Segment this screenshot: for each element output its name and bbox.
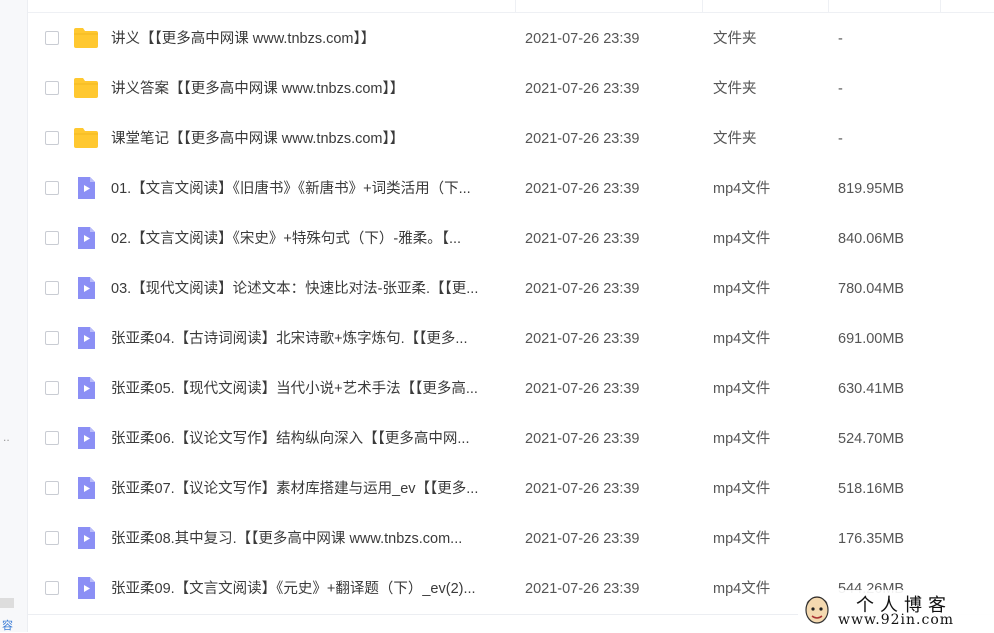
file-row[interactable]: 张亚柔06.【议论文写作】结构纵向深入【【更多高中网... 2021-07-26 … [28, 413, 994, 463]
file-name[interactable]: 讲义【【更多高中网课 www.tnbzs.com】】 [111, 29, 506, 49]
row-checkbox[interactable] [45, 431, 59, 445]
video-icon[interactable] [73, 576, 99, 600]
file-row[interactable]: 02.【文言文阅读】《宋史》+特殊句式（下）-雅柔。【... 2021-07-26… [28, 213, 994, 263]
file-name[interactable]: 张亚柔07.【议论文写作】素材库搭建与运用_ev【【更多... [111, 479, 506, 499]
file-name[interactable]: 课堂笔记【【更多高中网课 www.tnbzs.com】】 [111, 129, 506, 149]
video-icon[interactable] [73, 476, 99, 500]
video-icon[interactable] [73, 376, 99, 400]
sidebar-bottom-link[interactable]: 容 [2, 617, 13, 633]
file-list-header [28, 0, 994, 13]
file-type: mp4文件 [713, 481, 771, 497]
modified-time: 2021-07-26 23:39 [525, 531, 640, 547]
modified-time: 2021-07-26 23:39 [525, 181, 640, 197]
file-row[interactable]: 张亚柔05.【现代文阅读】当代小说+艺术手法【【更多高... 2021-07-26… [28, 363, 994, 413]
modified-time: 2021-07-26 23:39 [525, 131, 640, 147]
row-checkbox[interactable] [45, 481, 59, 495]
header-divider[interactable] [702, 0, 703, 12]
file-type: 文件夹 [713, 131, 757, 147]
file-name[interactable]: 张亚柔09.【文言文阅读】《元史》+翻译题（下）_ev(2)... [111, 579, 506, 599]
row-checkbox[interactable] [45, 181, 59, 195]
row-checkbox[interactable] [45, 281, 59, 295]
sidebar-ellipsis[interactable]: .. [3, 430, 10, 444]
video-icon[interactable] [73, 226, 99, 250]
file-row[interactable]: 01.【文言文阅读】《旧唐书》《新唐书》+词类活用（下... 2021-07-26… [28, 163, 994, 213]
watermark-url: www.92in.com [838, 612, 955, 628]
file-type: mp4文件 [713, 331, 771, 347]
file-name[interactable]: 张亚柔08.其中复习.【【更多高中网课 www.tnbzs.com... [111, 529, 506, 549]
modified-time: 2021-07-26 23:39 [525, 331, 640, 347]
file-name[interactable]: 讲义答案【【更多高中网课 www.tnbzs.com】】 [111, 79, 506, 99]
video-icon[interactable] [73, 526, 99, 550]
file-type: mp4文件 [713, 381, 771, 397]
header-divider[interactable] [828, 0, 829, 12]
file-name[interactable]: 张亚柔05.【现代文阅读】当代小说+艺术手法【【更多高... [111, 379, 506, 399]
cartoon-face-icon [805, 596, 829, 624]
file-size: 176.35MB [838, 531, 905, 547]
row-checkbox[interactable] [45, 31, 59, 45]
row-checkbox[interactable] [45, 581, 59, 595]
row-checkbox[interactable] [45, 331, 59, 345]
video-icon[interactable] [73, 326, 99, 350]
file-type: mp4文件 [713, 181, 771, 197]
file-size: - [838, 81, 843, 97]
modified-time: 2021-07-26 23:39 [525, 581, 640, 597]
file-type: mp4文件 [713, 431, 771, 447]
file-size: - [838, 131, 843, 147]
file-type: mp4文件 [713, 531, 771, 547]
file-name[interactable]: 03.【现代文阅读】论述文本：快速比对法-张亚柔.【【更... [111, 279, 506, 299]
file-row[interactable]: 03.【现代文阅读】论述文本：快速比对法-张亚柔.【【更... 2021-07-2… [28, 263, 994, 313]
sidebar-scrollbar[interactable] [0, 598, 14, 608]
file-size: 630.41MB [838, 381, 905, 397]
file-type: mp4文件 [713, 581, 771, 597]
row-checkbox[interactable] [45, 231, 59, 245]
header-divider[interactable] [515, 0, 516, 12]
file-row[interactable]: 课堂笔记【【更多高中网课 www.tnbzs.com】】 2021-07-26 2… [28, 113, 994, 163]
file-size: 780.04MB [838, 281, 905, 297]
modified-time: 2021-07-26 23:39 [525, 481, 640, 497]
video-icon[interactable] [73, 276, 99, 300]
file-type: mp4文件 [713, 231, 771, 247]
file-name[interactable]: 01.【文言文阅读】《旧唐书》《新唐书》+词类活用（下... [111, 179, 506, 199]
file-size: - [838, 31, 843, 47]
file-size: 819.95MB [838, 181, 905, 197]
row-checkbox[interactable] [45, 81, 59, 95]
file-size: 524.70MB [838, 431, 905, 447]
file-type: mp4文件 [713, 281, 771, 297]
folder-icon[interactable] [73, 126, 99, 150]
video-icon[interactable] [73, 176, 99, 200]
file-name[interactable]: 张亚柔06.【议论文写作】结构纵向深入【【更多高中网... [111, 429, 506, 449]
file-size: 840.06MB [838, 231, 905, 247]
row-checkbox[interactable] [45, 381, 59, 395]
watermark: 个人博客 www.92in.com [798, 590, 994, 632]
file-size: 518.16MB [838, 481, 905, 497]
row-checkbox[interactable] [45, 531, 59, 545]
modified-time: 2021-07-26 23:39 [525, 81, 640, 97]
header-divider[interactable] [940, 0, 941, 12]
file-row[interactable]: 张亚柔07.【议论文写作】素材库搭建与运用_ev【【更多... 2021-07-2… [28, 463, 994, 513]
file-row[interactable]: 讲义【【更多高中网课 www.tnbzs.com】】 2021-07-26 23:… [28, 13, 994, 63]
file-type: 文件夹 [713, 81, 757, 97]
video-icon[interactable] [73, 426, 99, 450]
modified-time: 2021-07-26 23:39 [525, 381, 640, 397]
folder-icon[interactable] [73, 26, 99, 50]
file-row[interactable]: 讲义答案【【更多高中网课 www.tnbzs.com】】 2021-07-26 2… [28, 63, 994, 113]
folder-icon[interactable] [73, 76, 99, 100]
modified-time: 2021-07-26 23:39 [525, 281, 640, 297]
file-row[interactable]: 张亚柔04.【古诗词阅读】北宋诗歌+炼字炼句.【【更多... 2021-07-26… [28, 313, 994, 363]
modified-time: 2021-07-26 23:39 [525, 31, 640, 47]
row-checkbox[interactable] [45, 131, 59, 145]
file-name[interactable]: 02.【文言文阅读】《宋史》+特殊句式（下）-雅柔。【... [111, 229, 506, 249]
modified-time: 2021-07-26 23:39 [525, 431, 640, 447]
file-type: 文件夹 [713, 31, 757, 47]
modified-time: 2021-07-26 23:39 [525, 231, 640, 247]
left-sidebar-strip: .. 容 [0, 0, 28, 632]
file-name[interactable]: 张亚柔04.【古诗词阅读】北宋诗歌+炼字炼句.【【更多... [111, 329, 506, 349]
file-row[interactable]: 张亚柔08.其中复习.【【更多高中网课 www.tnbzs.com... 2021… [28, 513, 994, 563]
file-size: 691.00MB [838, 331, 905, 347]
